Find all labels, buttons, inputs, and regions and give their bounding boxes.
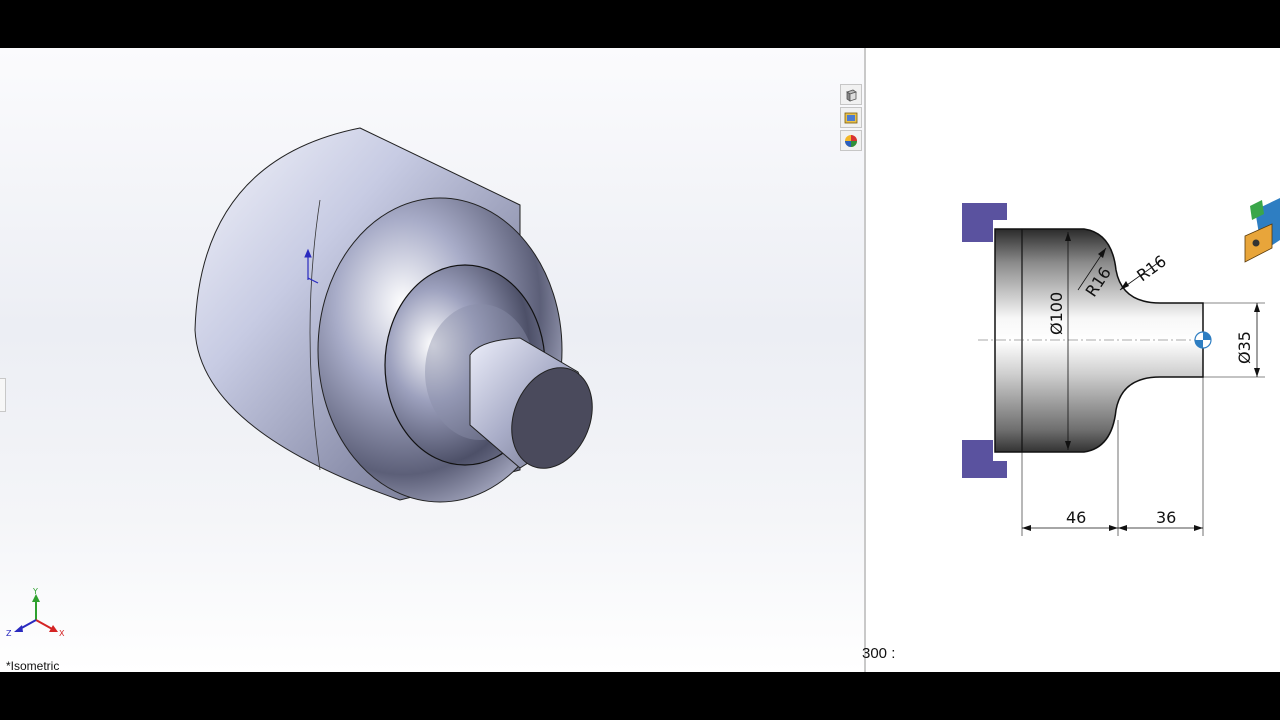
- dim-diameter-35: Ø35: [1235, 331, 1254, 364]
- view-orientation-button[interactable]: [840, 84, 862, 105]
- letterbox-bottom: [0, 672, 1280, 720]
- drawing-note: 300 :: [862, 645, 896, 662]
- triad-y-label: Y: [32, 587, 38, 596]
- turned-part-profile: [994, 228, 1204, 453]
- heads-up-toolbar: [840, 84, 864, 153]
- dim-diameter-100: Ø100: [1047, 292, 1066, 335]
- graphics-viewport[interactable]: Y X Z *Isometric: [0, 48, 865, 672]
- cutting-tool-icon: [1244, 198, 1280, 263]
- part-3d-view: Y X Z: [6, 127, 593, 638]
- triad-x-label: X: [59, 629, 65, 638]
- letterbox-top: [0, 0, 1280, 48]
- appearance-button[interactable]: [840, 130, 862, 151]
- dim-radius-2: R16: [1133, 251, 1170, 285]
- triad-z-label: Z: [6, 629, 12, 638]
- dim-length-36: 36: [1156, 508, 1176, 527]
- left-panel-handle[interactable]: [0, 378, 6, 412]
- program-zero-icon: [1194, 331, 1212, 349]
- display-style-icon: [844, 112, 858, 123]
- axis-triad: Y X Z: [6, 587, 65, 638]
- display-style-button[interactable]: [840, 107, 862, 128]
- drawing-panel: Ø100 R16 R16 Ø35 46 36: [866, 48, 1280, 672]
- dim-length-46: 46: [1066, 508, 1086, 527]
- view-orientation-label: *Isometric: [6, 659, 60, 672]
- turning-drawing: Ø100 R16 R16 Ø35 46 36: [962, 198, 1280, 536]
- cube-icon: [846, 89, 857, 102]
- appearance-icon: [845, 134, 857, 147]
